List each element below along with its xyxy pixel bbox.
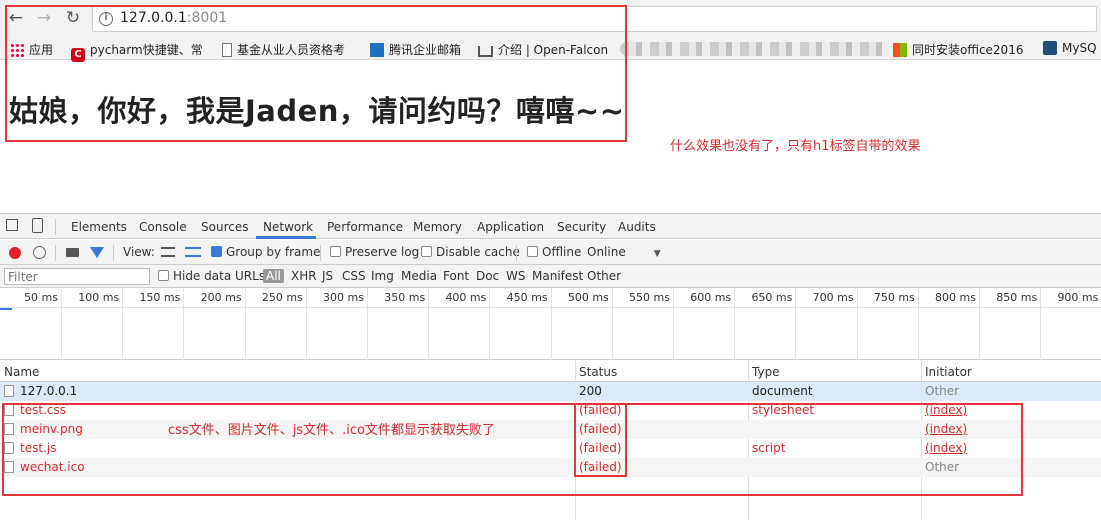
filter-input[interactable] <box>4 268 150 285</box>
tab-memory[interactable]: Memory <box>413 220 462 234</box>
timeline-tick: 400 ms <box>445 288 491 360</box>
timeline-tick: 350 ms <box>384 288 430 360</box>
column-name[interactable]: Name <box>4 365 39 379</box>
request-table-header: Name Status Type Initiator <box>0 360 1101 382</box>
tab-console[interactable]: Console <box>139 220 187 234</box>
timeline-tick: 700 ms <box>813 288 858 360</box>
throttling-select[interactable]: Online ▼ <box>587 245 661 259</box>
tab-network[interactable]: Network <box>263 220 313 234</box>
clear-icon[interactable] <box>33 246 46 259</box>
timeline-tick: 850 ms <box>996 288 1042 360</box>
filter-media[interactable]: Media <box>401 269 437 283</box>
network-overview-timeline[interactable]: 50 ms 100 ms 150 ms 200 ms 250 ms 300 ms 350 m… <box>0 288 1101 360</box>
column-type[interactable]: Type <box>752 365 780 379</box>
timeline-tick: 250 ms <box>262 288 307 360</box>
timeline-tick: 800 ms <box>935 288 980 360</box>
tab-sources[interactable]: Sources <box>201 220 248 234</box>
timeline-tick: 300 ms <box>323 288 368 360</box>
annotation-note-table: css文件、图片文件、js文件、.ico文件都显示获取失败了 <box>168 423 495 438</box>
annotation-note-top: 什么效果也没有了，只有h1标签自带的效果 <box>670 139 921 154</box>
checkbox-checked-icon <box>211 246 222 257</box>
disable-cache-checkbox[interactable]: Disable cache <box>421 245 520 259</box>
column-status[interactable]: Status <box>579 365 617 379</box>
filter-doc[interactable]: Doc <box>476 269 499 283</box>
group-by-frame-checkbox[interactable]: Group by frame <box>211 245 320 259</box>
mysql-icon <box>1043 41 1057 55</box>
timeline-tick: 50 ms <box>24 288 62 360</box>
timeline-tick: 200 ms <box>201 288 246 360</box>
filter-css[interactable]: CSS <box>342 269 366 283</box>
timeline-tick: 150 ms <box>139 288 185 360</box>
filter-js[interactable]: JS <box>322 269 333 283</box>
bookmark-office[interactable]: 同时安装office2016 <box>893 41 1023 58</box>
filter-bar: Hide data URLs All XHR JS CSS Img Media … <box>0 265 1101 288</box>
preserve-log-checkbox[interactable]: Preserve log <box>330 245 419 259</box>
record-icon[interactable] <box>9 247 21 259</box>
tab-application[interactable]: Application <box>477 220 544 234</box>
offline-checkbox[interactable]: Offline <box>527 245 581 259</box>
filter-other[interactable]: Other <box>587 269 621 283</box>
filter-img[interactable]: Img <box>371 269 394 283</box>
tab-audits[interactable]: Audits <box>618 220 656 234</box>
bookmark-mysql[interactable]: MySQ <box>1043 41 1097 55</box>
filter-ws[interactable]: WS <box>506 269 525 283</box>
view-label: View: <box>123 245 155 259</box>
annotation-box-status <box>574 403 627 477</box>
timeline-tick: 500 ms <box>568 288 613 360</box>
inspect-element-icon[interactable] <box>6 219 18 231</box>
timeline-tick: 650 ms <box>751 288 797 360</box>
hide-data-urls-checkbox[interactable]: Hide data URLs <box>158 269 265 283</box>
file-icon <box>4 385 14 397</box>
waterfall-icon[interactable] <box>185 247 201 257</box>
active-tab-indicator <box>256 236 316 239</box>
filter-all[interactable]: All <box>263 269 284 283</box>
column-initiator[interactable]: Initiator <box>925 365 972 379</box>
device-toolbar-icon[interactable] <box>32 218 43 233</box>
request-type: document <box>752 384 813 398</box>
windows-icon <box>893 43 907 57</box>
request-status: 200 <box>579 384 602 398</box>
blurred-bookmarks <box>620 42 890 56</box>
timeline-tick: 750 ms <box>874 288 919 360</box>
large-rows-icon[interactable] <box>161 247 175 257</box>
timeline-tick: 550 ms <box>629 288 674 360</box>
camera-icon[interactable] <box>66 248 79 257</box>
timeline-tick: 450 ms <box>507 288 552 360</box>
table-row[interactable]: 127.0.0.1 200 document Other <box>0 382 1101 401</box>
chevron-down-icon: ▼ <box>653 249 661 259</box>
devtools-tab-bar: Elements Console Sources Network Perform… <box>0 214 1101 239</box>
filter-funnel-icon[interactable] <box>90 247 104 258</box>
request-initiator: Other <box>925 384 960 398</box>
timeline-tick: 100 ms <box>78 288 124 360</box>
annotation-box-top <box>5 5 627 142</box>
network-toolbar: View: Group by frame Preserve log Disabl… <box>0 240 1101 265</box>
tab-elements[interactable]: Elements <box>71 220 127 234</box>
annotation-box-table <box>2 403 1023 496</box>
filter-manifest[interactable]: Manifest <box>532 269 583 283</box>
request-name: 127.0.0.1 <box>4 384 77 398</box>
filter-xhr[interactable]: XHR <box>291 269 317 283</box>
timeline-request-bar <box>0 308 12 310</box>
tab-security[interactable]: Security <box>557 220 606 234</box>
filter-font[interactable]: Font <box>443 269 469 283</box>
tab-performance[interactable]: Performance <box>327 220 403 234</box>
timeline-tick: 600 ms <box>690 288 736 360</box>
